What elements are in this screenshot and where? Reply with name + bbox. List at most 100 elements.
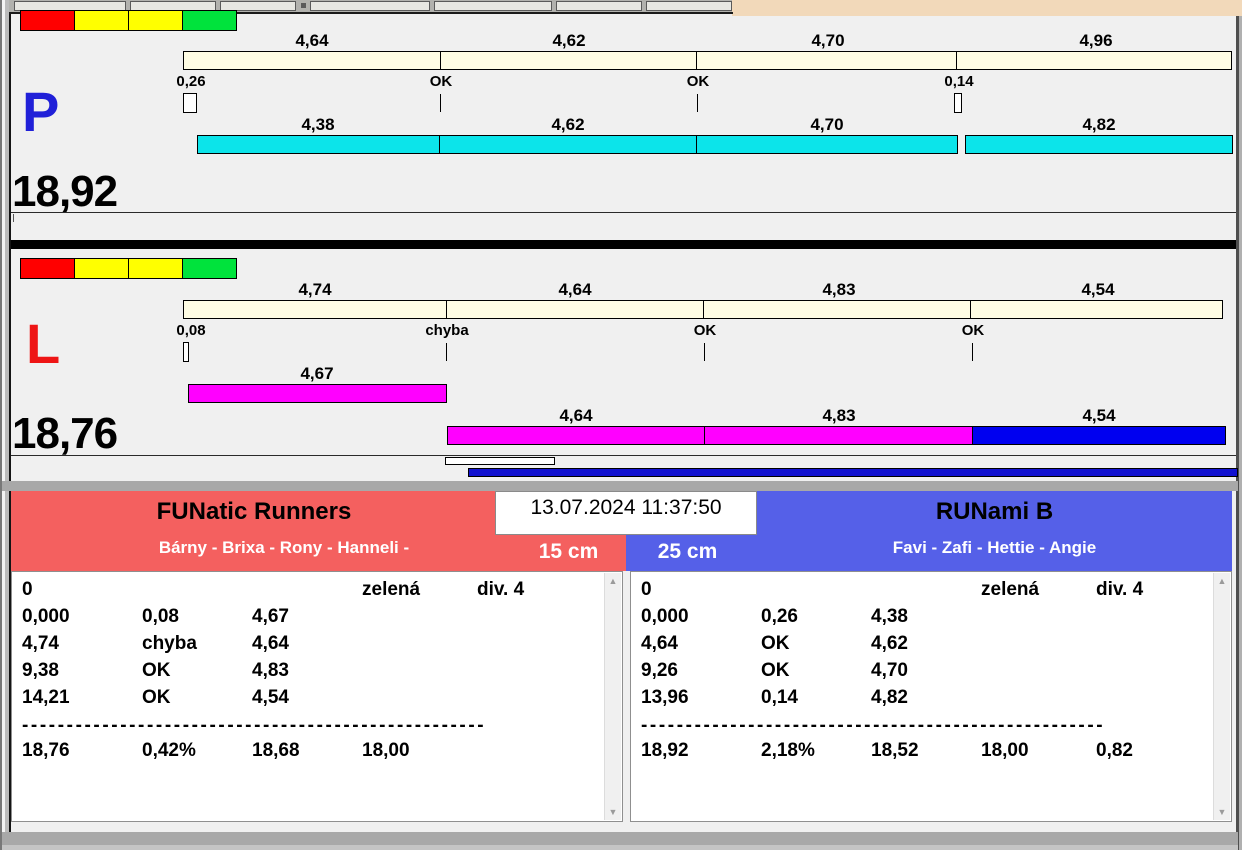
pass-tick-marker <box>697 94 698 112</box>
lane-p-actual-time: 4,82 <box>1082 115 1116 134</box>
scroll-down-icon[interactable]: ▼ <box>1214 805 1230 819</box>
results-cell: 13,96 <box>641 687 689 708</box>
lane-l-actual-bar-segment <box>447 426 705 445</box>
results-cell: 4,64 <box>252 633 289 654</box>
lane-p-pass-mark: 0,14 <box>944 73 974 90</box>
results-net-time: 18,52 <box>871 740 919 761</box>
results-cell: zelená <box>362 579 421 600</box>
ideal-bar-segment <box>970 300 1223 319</box>
results-cell: 4,74 <box>22 633 59 654</box>
ideal-bar-segment <box>183 300 447 319</box>
lane-l-pass-mark: 0,08 <box>176 322 206 339</box>
lane-p-status-lights <box>20 10 237 31</box>
results-cell: 0,08 <box>142 606 179 627</box>
results-cell: 4,54 <box>252 687 289 708</box>
status-light-red <box>20 10 75 31</box>
rerun-window-marker <box>445 457 555 465</box>
lane-l-actual-time: 4,54 <box>1082 406 1116 425</box>
lane-l-pass-mark: chyba <box>425 322 469 339</box>
results-total-time: 18,92 <box>641 740 689 761</box>
lane-p-label: P <box>22 80 60 143</box>
lane-l-ideal-time: 4,54 <box>1081 280 1115 299</box>
timeline-origin-tick <box>13 214 14 222</box>
status-light-yellow <box>74 258 129 279</box>
results-record-time: 18,00 <box>981 740 1029 761</box>
results-cell: 4,67 <box>252 606 289 627</box>
lane-p-pass-mark: OK <box>686 73 710 90</box>
results-cell: 4,82 <box>871 687 908 708</box>
section-separator-line <box>11 212 1236 213</box>
lane-p-actual-bar-segment <box>197 135 440 154</box>
lane-p-ideal-bar <box>183 51 1232 70</box>
lane-l-status-lights <box>20 258 237 279</box>
lane-l-actual-time: 4,64 <box>559 406 593 425</box>
team-right-members: Favi - Zafi - Hettie - Angie <box>892 538 1097 557</box>
results-cell: zelená <box>981 579 1040 600</box>
scrollbar-right-panel[interactable]: ▲ ▼ <box>1213 573 1230 820</box>
scroll-up-icon[interactable]: ▲ <box>1214 574 1230 588</box>
lane-p-actual-time: 4,70 <box>810 115 844 134</box>
results-cell: 0,000 <box>22 606 70 627</box>
lane-l-actual-time: 4,83 <box>822 406 856 425</box>
team-left-height-category: 15 cm <box>538 540 599 563</box>
toolbar-segment <box>556 1 642 11</box>
pass-tick-marker <box>440 94 441 112</box>
ideal-bar-segment <box>183 51 441 70</box>
results-cell: 4,62 <box>871 633 908 654</box>
results-cell: 4,38 <box>871 606 908 627</box>
ideal-bar-segment <box>703 300 971 319</box>
pass-gap-marker <box>183 93 197 113</box>
section-separator-line <box>11 455 1236 456</box>
results-total-penalty: 0,42% <box>142 740 196 761</box>
status-light-yellow <box>74 10 129 31</box>
pass-gap-marker <box>183 342 189 362</box>
lane-l-leg1-time: 4,67 <box>300 364 334 383</box>
scrollbar-left-panel[interactable]: ▲ ▼ <box>604 573 621 820</box>
status-light-green <box>182 10 237 31</box>
results-separator-left: ----------------------------------------… <box>22 715 487 736</box>
results-cell: 4,83 <box>252 660 289 681</box>
lane-divider-bar <box>11 240 1236 249</box>
scroll-down-icon[interactable]: ▼ <box>605 805 621 819</box>
status-light-yellow <box>128 258 183 279</box>
ideal-bar-segment <box>446 300 704 319</box>
lane-l-ideal-time: 4,83 <box>822 280 856 299</box>
scroll-up-icon[interactable]: ▲ <box>605 574 621 588</box>
lane-p-actual-bar-segment <box>965 135 1233 154</box>
team-left-members: Bárny - Brixa - Rony - Hanneli - <box>158 538 410 557</box>
lane-l-ideal-time: 4,64 <box>558 280 592 299</box>
results-net-time: 18,68 <box>252 740 300 761</box>
results-cell: 4,64 <box>641 633 678 654</box>
lane-l-pass-mark: OK <box>693 322 717 339</box>
lane-l-label: L <box>26 312 61 375</box>
team-right-height-category: 25 cm <box>657 540 718 563</box>
pass-tick-marker <box>446 343 447 361</box>
lane-p-actual-bar-segment <box>696 135 958 154</box>
timing-app-window: 4,64 4,62 4,70 4,96 0,26 OK OK 0,14 4,38… <box>0 0 1242 850</box>
lane-l-total-time: 18,76 <box>12 409 118 458</box>
ideal-bar-segment <box>956 51 1232 70</box>
results-cell: OK <box>761 660 790 681</box>
results-panel-right[interactable]: 0 zelená div. 4 0,000 0,26 4,38 4,64 OK 4,62 9,26… <box>630 571 1232 822</box>
results-cell: chyba <box>142 633 197 654</box>
lane-l-leg1-bar <box>188 384 447 403</box>
pass-tick-marker <box>972 343 973 361</box>
results-panel-left[interactable]: 0 zelená div. 4 0,000 0,08 4,67 4,74 chyba 4,64 9… <box>11 571 623 822</box>
results-cell: div. 4 <box>477 579 525 600</box>
lane-p-ideal-time: 4,64 <box>295 31 329 50</box>
status-light-yellow <box>128 10 183 31</box>
results-cell: 9,26 <box>641 660 678 681</box>
toolbar-segment <box>310 1 430 11</box>
results-divider-bar <box>2 481 1238 491</box>
results-cell: OK <box>142 687 171 708</box>
results-cell: 0,14 <box>761 687 798 708</box>
results-total-time: 18,76 <box>22 740 70 761</box>
results-record-time: 18,00 <box>362 740 410 761</box>
pass-tick-marker <box>704 343 705 361</box>
lane-l-pass-mark: OK <box>961 322 985 339</box>
results-cell: 14,21 <box>22 687 70 708</box>
lane-p-ideal-time: 4,70 <box>811 31 845 50</box>
results-rows-left: 0 zelená div. 4 0,000 0,08 4,67 4,74 chyba 4,64 9… <box>12 579 602 794</box>
status-light-green <box>182 258 237 279</box>
dropdown-arrow-icon <box>301 3 306 8</box>
